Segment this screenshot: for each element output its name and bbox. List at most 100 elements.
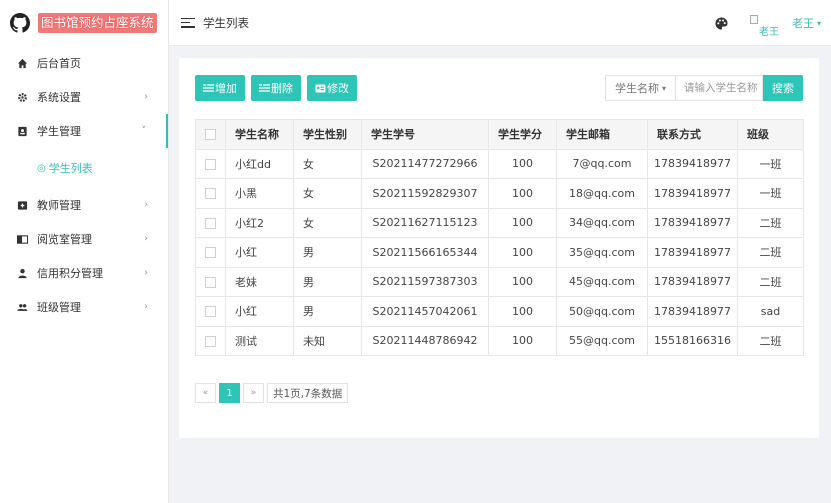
table-row[interactable]: 小红dd 女 S20211477272966 100 7@qq.com 178394189…: [195, 148, 804, 179]
page-title: 学生列表: [203, 15, 249, 30]
person-icon: [17, 268, 28, 279]
user-name[interactable]: 老王: [792, 15, 814, 31]
column-header: 联系方式: [647, 119, 738, 150]
column-header: 学生邮箱: [556, 119, 648, 150]
table-cell: 34@qq.com: [556, 207, 648, 238]
chevron-down-icon: ˅: [141, 126, 147, 136]
circle-dot-icon: ◎: [37, 162, 46, 174]
delete-button[interactable]: 删除: [251, 75, 301, 101]
row-checkbox[interactable]: [205, 306, 216, 318]
table-cell: 35@qq.com: [556, 237, 648, 268]
column-header: 班级: [737, 119, 804, 150]
row-select-cell: [195, 325, 226, 356]
sidebar: 图书馆预约占座系统 后台首页 系统设置 › 学生管理 ˅ ◎ 学生列表 教师管理…: [0, 0, 169, 503]
top-header: 学生列表 老王 老王 ▾: [169, 0, 831, 46]
pagination: « 1 » 共1页,7条数据: [195, 383, 349, 403]
table-cell: 17839418977: [647, 296, 738, 327]
row-checkbox[interactable]: [205, 335, 216, 347]
table-cell: 一班: [737, 178, 804, 209]
table-cell: S20211566165344: [361, 237, 489, 268]
sidebar-item-label: 阅览室管理: [37, 233, 92, 246]
column-header: 学生学分: [488, 119, 557, 150]
page-1-button[interactable]: 1: [219, 383, 240, 403]
table-cell: 100: [488, 266, 557, 297]
table-cell: sad: [737, 296, 804, 327]
column-header: 学生名称: [225, 119, 294, 150]
sidebar-item-home[interactable]: 后台首页: [0, 46, 168, 80]
table-row[interactable]: 小黑女 S20211592829307 100 18@qq.com 1783941897…: [195, 178, 804, 209]
row-checkbox[interactable]: [205, 247, 216, 259]
table-row[interactable]: 小红男 S20211566165344 100 35@qq.com 1783941897…: [195, 237, 804, 268]
sidebar-item-reading-rooms[interactable]: 阅览室管理 ›: [0, 222, 168, 256]
id-card-icon: [315, 84, 326, 92]
table-row[interactable]: 测试 未知 S20211448786942 100 55@qq.com 155181663…: [195, 325, 804, 356]
github-icon[interactable]: [10, 13, 30, 33]
sidebar-item-students[interactable]: 学生管理 ˅: [0, 114, 168, 148]
table-row[interactable]: 小红男 S20211457042061 100 50@qq.com 1783941897…: [195, 296, 804, 327]
row-select-cell: [195, 178, 226, 209]
table-cell: 女: [293, 178, 362, 209]
table-row[interactable]: 小红2 女 S20211627115123 100 34@qq.com 178394189…: [195, 207, 804, 238]
row-checkbox[interactable]: [205, 158, 216, 170]
table-cell: S20211627115123: [361, 207, 489, 238]
table-cell: 100: [488, 207, 557, 238]
table-cell: 未知: [293, 325, 362, 356]
table-cell: 100: [488, 178, 557, 209]
table-cell: S20211477272966: [361, 148, 489, 179]
edit-button-label: 修改: [327, 82, 349, 95]
search-button[interactable]: 搜索: [763, 75, 803, 101]
row-checkbox[interactable]: [205, 188, 216, 200]
sidebar-item-label: 教师管理: [37, 199, 81, 212]
table-cell: 老妹: [225, 266, 294, 297]
content-card: 增加 删除 修改 学生名称 ▾ 搜索 学生名称 学生性别 学生学号 学生学分 学…: [179, 58, 819, 438]
sidebar-item-settings[interactable]: 系统设置 ›: [0, 80, 168, 114]
search-field-select[interactable]: 学生名称 ▾: [605, 75, 675, 101]
row-select-cell: [195, 207, 226, 238]
sidebar-item-label: 班级管理: [37, 301, 81, 314]
table-cell: S20211592829307: [361, 178, 489, 209]
table-row[interactable]: 老妹男 S20211597387303 100 45@qq.com 1783941897…: [195, 266, 804, 297]
avatar-alt-text: 老王: [758, 27, 779, 38]
table-cell: 一班: [737, 148, 804, 179]
palette-icon[interactable]: [715, 16, 728, 30]
table-cell: 测试: [225, 325, 294, 356]
search-bar: 学生名称 ▾ 搜索: [605, 75, 803, 101]
chevron-right-icon: ›: [144, 200, 148, 210]
table-header-row: 学生名称 学生性别 学生学号 学生学分 学生邮箱 联系方式 班级: [195, 119, 804, 150]
edit-button[interactable]: 修改: [307, 75, 357, 101]
brand-title: 图书馆预约占座系统: [38, 13, 157, 33]
select-all-checkbox[interactable]: [205, 129, 216, 141]
teacher-icon: [17, 200, 28, 211]
table-cell: 17839418977: [647, 266, 738, 297]
table-cell: 17839418977: [647, 178, 738, 209]
add-button-label: 增加: [215, 82, 237, 95]
table-cell: 二班: [737, 325, 804, 356]
delete-button-label: 删除: [271, 82, 293, 95]
caret-down-icon[interactable]: ▾: [817, 19, 821, 28]
sidebar-item-label: 系统设置: [37, 91, 81, 104]
hamburger-menu-icon[interactable]: [181, 17, 195, 28]
search-input[interactable]: [675, 75, 763, 101]
table-cell: 女: [293, 148, 362, 179]
table-cell: 17839418977: [647, 207, 738, 238]
gear-icon: [17, 92, 28, 103]
row-select-cell: [195, 266, 226, 297]
chevron-right-icon: ›: [144, 302, 148, 312]
sidebar-item-credit-points[interactable]: 信用积分管理 ›: [0, 256, 168, 290]
table-cell: 15518166316: [647, 325, 738, 356]
row-checkbox[interactable]: [205, 217, 216, 229]
book-icon: [17, 234, 28, 245]
row-checkbox[interactable]: [205, 276, 216, 288]
avatar[interactable]: 老王: [749, 13, 782, 38]
next-page-button[interactable]: »: [243, 383, 264, 403]
sidebar-item-label: 后台首页: [37, 57, 81, 70]
sidebar-item-teachers[interactable]: 教师管理 ›: [0, 188, 168, 222]
chevron-right-icon: ›: [144, 234, 148, 244]
sidebar-subitem-student-list[interactable]: ◎ 学生列表: [0, 148, 168, 188]
sidebar-item-classes[interactable]: 班级管理 ›: [0, 290, 168, 324]
prev-page-button[interactable]: «: [195, 383, 216, 403]
sidebar-item-label: 学生管理: [37, 125, 81, 138]
column-header: 学生性别: [293, 119, 362, 150]
add-button[interactable]: 增加: [195, 75, 245, 101]
table-cell: 45@qq.com: [556, 266, 648, 297]
